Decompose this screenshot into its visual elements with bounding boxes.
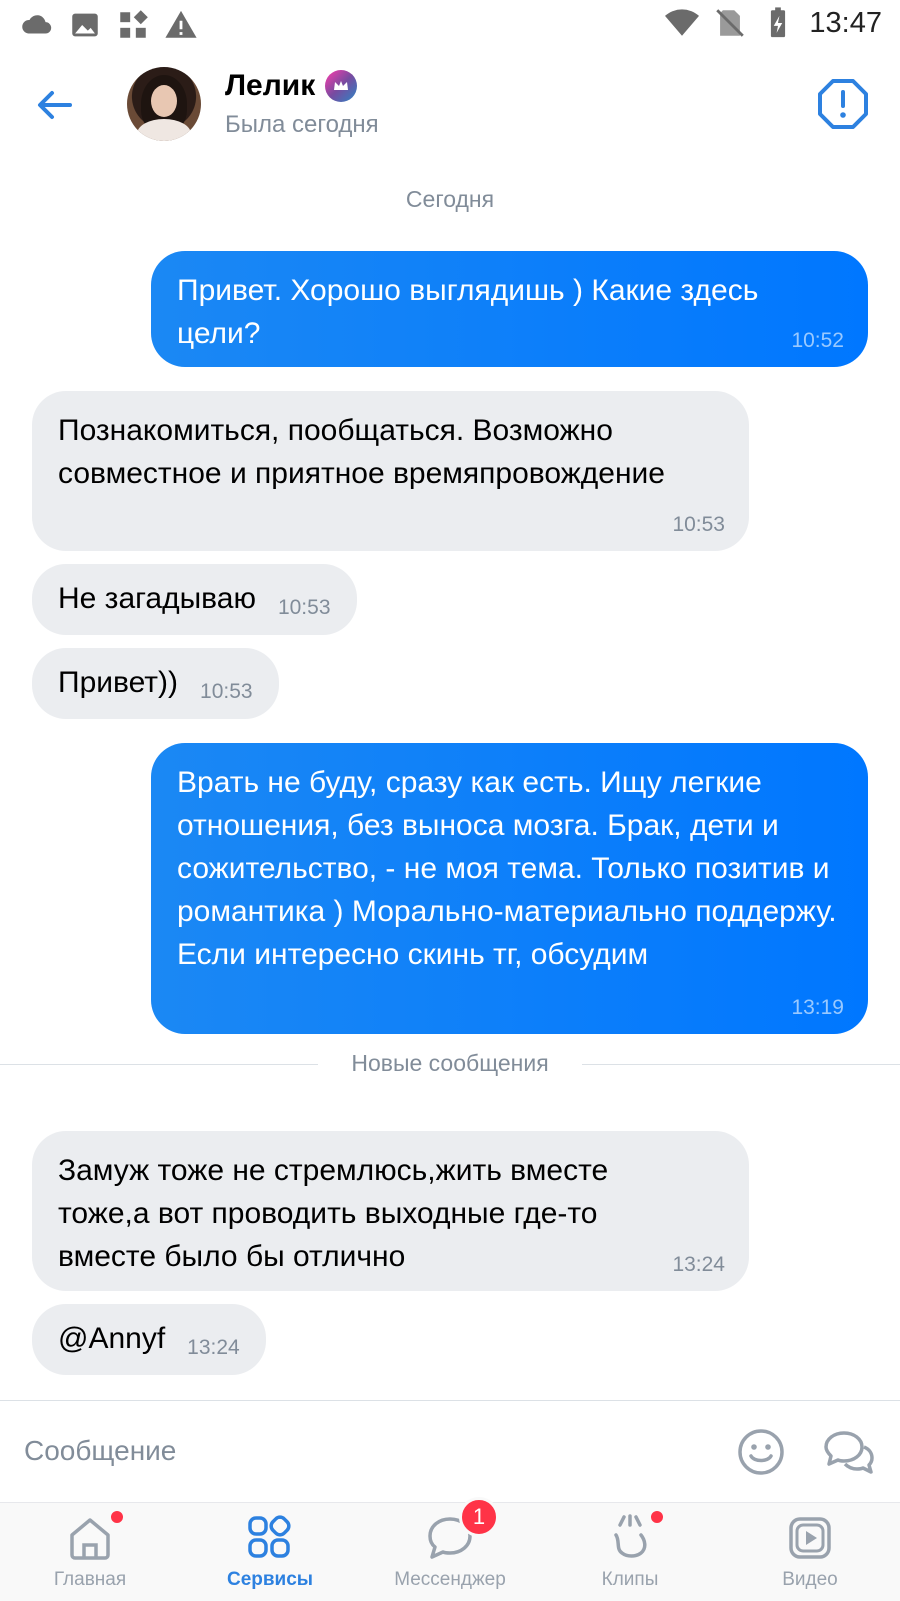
nav-clips[interactable]: Клипы (540, 1503, 720, 1601)
status-left-icons (20, 8, 198, 42)
message-composer: Сообщение (0, 1400, 900, 1503)
date-separator: Сегодня (405, 186, 495, 212)
report-icon[interactable] (816, 77, 870, 131)
message-time: 13:19 (791, 996, 844, 1019)
nav-label: Главная (53, 1569, 127, 1590)
message-time: 10:52 (791, 329, 844, 352)
message-text: Замуж тоже не стремлюсь,жить вместе тоже… (58, 1154, 609, 1273)
clock: 13:47 (809, 6, 882, 39)
message-incoming[interactable]: Познакомиться, пообщаться. Возможно совм… (32, 391, 749, 551)
apps-icon (120, 10, 148, 38)
message-time: 13:24 (187, 1336, 240, 1359)
wifi-icon (665, 9, 700, 36)
message-incoming[interactable]: @Annyf 13:24 (32, 1304, 266, 1375)
status-bar: 13:47 (0, 0, 900, 50)
message-text: Привет)) (58, 666, 179, 699)
contact-status: Была сегодня (225, 111, 379, 138)
nav-video[interactable]: Видео (720, 1503, 900, 1601)
message-text: Познакомиться, пообщаться. Возможно совм… (58, 414, 665, 490)
nav-label: Мессенджер (394, 1569, 506, 1590)
notification-dot (649, 1509, 665, 1525)
message-incoming[interactable]: Привет)) 10:53 (32, 648, 279, 719)
message-time: 10:53 (672, 513, 725, 536)
no-sim-icon (716, 9, 745, 37)
message-outgoing[interactable]: Врать не буду, сразу как есть. Ищу легки… (151, 743, 868, 1034)
nav-label: Видео (782, 1569, 838, 1590)
message-text: @Annyf (58, 1322, 166, 1355)
new-messages-separator: Новые сообщения (0, 1050, 900, 1078)
unread-badge: 1 (459, 1497, 499, 1537)
cloud-icon (22, 15, 52, 34)
nav-label: Сервисы (226, 1569, 314, 1590)
avatar[interactable] (127, 67, 201, 141)
bottom-navigation: Главная Сервисы 1 Мессенджер Клипы Видео (0, 1497, 900, 1601)
nav-services[interactable]: Сервисы (180, 1503, 360, 1601)
message-text: Привет. Хорошо выглядишь ) Какие здесь ц… (177, 274, 759, 350)
contact-name-row[interactable]: Лелик (225, 69, 358, 103)
message-incoming[interactable]: Замуж тоже не стремлюсь,жить вместе тоже… (32, 1131, 749, 1291)
message-outgoing[interactable]: Привет. Хорошо выглядишь ) Какие здесь ц… (151, 251, 868, 367)
message-time: 10:53 (200, 680, 253, 703)
contact-name: Лелик (225, 69, 316, 102)
nav-messenger[interactable]: 1 Мессенджер (360, 1497, 540, 1601)
message-time: 10:53 (277, 596, 331, 619)
battery-icon (771, 7, 786, 38)
message-time: 13:24 (672, 1253, 725, 1276)
back-arrow-icon[interactable] (30, 80, 80, 130)
emoji-icon[interactable] (736, 1427, 786, 1477)
clips-icon (614, 1514, 647, 1558)
message-incoming[interactable]: Не загадываю 10:53 (32, 564, 357, 635)
new-messages-label: Новые сообщения (351, 1050, 549, 1076)
chat-bubbles-icon[interactable] (822, 1427, 876, 1477)
message-text: Врать не буду, сразу как есть. Ищу легки… (177, 766, 837, 971)
message-input[interactable]: Сообщение (24, 1435, 176, 1467)
crown-icon (325, 70, 358, 102)
warning-icon (165, 10, 197, 38)
services-icon (248, 1515, 291, 1558)
nav-label: Клипы (601, 1569, 659, 1590)
home-icon (70, 1518, 110, 1560)
notification-dot (109, 1509, 125, 1525)
nav-home[interactable]: Главная (0, 1503, 180, 1601)
image-icon (72, 13, 98, 37)
video-icon (789, 1517, 831, 1559)
status-right-icons: 13:47 (665, 6, 882, 40)
chat-header: Лелик Была сегодня (0, 55, 900, 155)
message-text: Не загадываю (58, 582, 256, 615)
